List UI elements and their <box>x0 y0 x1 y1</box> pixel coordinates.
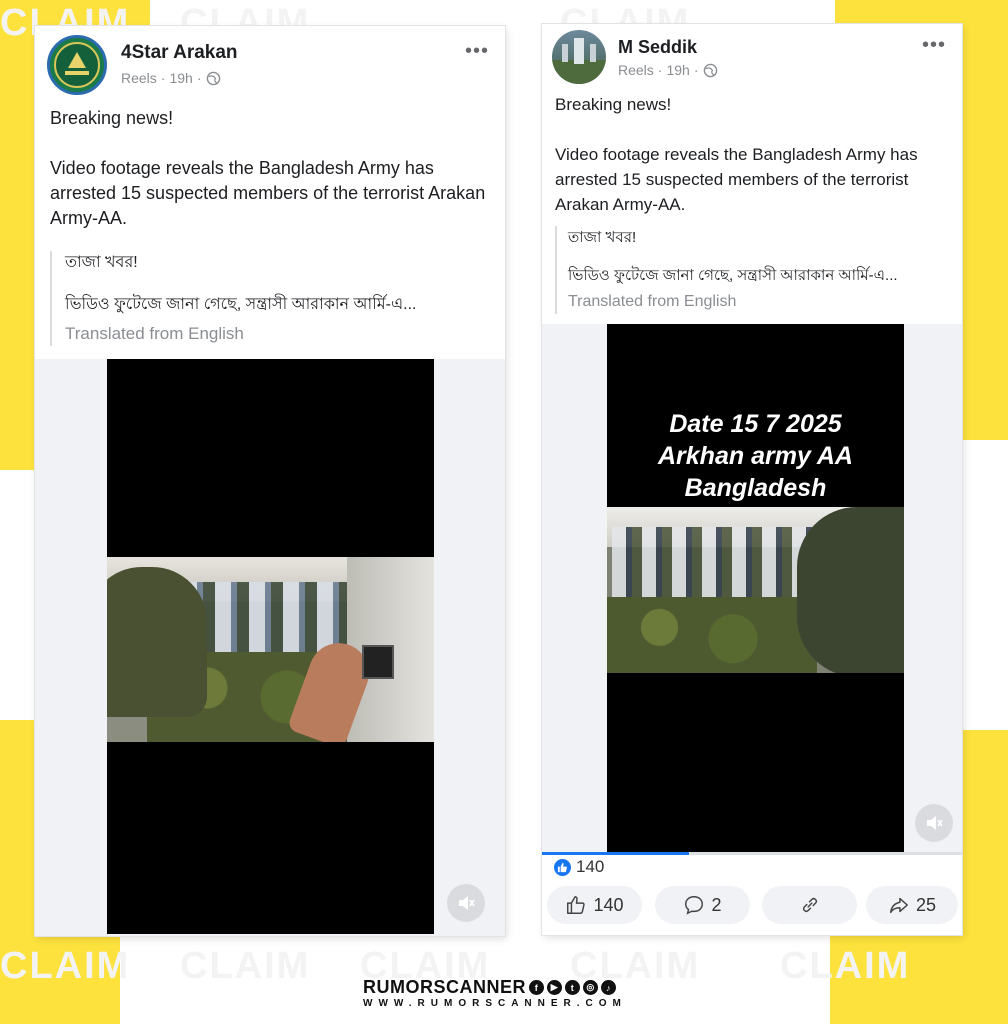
post-time[interactable]: 19h <box>169 70 192 86</box>
comment-bubble-icon <box>685 896 704 915</box>
like-count: 140 <box>593 894 624 915</box>
post-card-right: M Seddik Reels · 19h · ••• Breaking news… <box>542 24 962 935</box>
share-arrow-icon <box>890 897 908 914</box>
translated-label[interactable]: Translated from English <box>568 290 962 314</box>
facebook-icon[interactable]: f <box>529 980 544 995</box>
translated-label[interactable]: Translated from English <box>65 322 505 346</box>
share-button[interactable]: 25 <box>866 886 958 924</box>
author-name[interactable]: 4Star Arakan <box>121 42 238 64</box>
globe-icon <box>206 71 220 85</box>
separator-dot: · <box>196 70 202 86</box>
post-header: 4Star Arakan Reels · 19h · ••• <box>35 26 505 96</box>
claim-watermark-row: CLAIM <box>0 945 131 987</box>
globe-icon <box>703 63 717 77</box>
avatar[interactable] <box>552 30 606 84</box>
tiktok-icon[interactable]: ♪ <box>601 980 616 995</box>
video-overlay-text: Arkhan army AA <box>658 442 853 470</box>
muted-speaker-icon[interactable] <box>915 804 953 842</box>
post-text: Breaking news! Video footage reveals the… <box>555 92 955 217</box>
post-meta: Reels · 19h · <box>618 62 718 78</box>
more-horizontal-icon[interactable]: ••• <box>922 34 946 57</box>
link-icon <box>802 897 817 913</box>
comment-button[interactable]: 2 <box>655 886 750 924</box>
video-progress-bar[interactable] <box>542 852 962 855</box>
thumbs-up-icon <box>567 896 586 914</box>
website-url[interactable]: WWW.RUMORSCANNER.COM <box>363 998 627 1009</box>
claim-watermark-row: CLAIM <box>180 945 311 987</box>
post-type: Reels <box>121 70 157 86</box>
separator-dot: · <box>693 62 699 78</box>
video-overlay-text: Bangladesh <box>684 474 827 502</box>
post-text-headline: Breaking news! <box>555 95 672 114</box>
post-header: M Seddik Reels · 19h · ••• <box>542 24 962 94</box>
post-text-body: Video footage reveals the Bangladesh Arm… <box>50 158 486 228</box>
original-text-block: তাজা খবর! ভিডিও ফুটেজে জানা গেছে, সন্ত্র… <box>50 251 505 346</box>
youtube-icon[interactable]: ▶ <box>547 980 562 995</box>
brand-name: RUMORSCANNER <box>363 977 526 997</box>
copy-link-button[interactable] <box>762 886 857 924</box>
video-frame <box>607 507 904 673</box>
post-meta: Reels · 19h · <box>121 70 221 86</box>
comment-count: 2 <box>711 894 722 915</box>
original-text-line: ভিডিও ফুটেজে জানা গেছে, সন্ত্রাসী আরাকান… <box>568 267 898 284</box>
separator-dot: · <box>160 70 166 86</box>
more-horizontal-icon[interactable]: ••• <box>465 40 489 63</box>
share-count: 25 <box>915 894 937 915</box>
video-player[interactable]: Date 15 7 2025 Arkhan army AA Bangladesh <box>607 324 904 854</box>
reaction-summary[interactable]: 140 <box>554 857 604 877</box>
muted-speaker-icon[interactable] <box>447 884 485 922</box>
video-area[interactable]: Date 15 7 2025 Arkhan army AA Bangladesh <box>542 324 962 855</box>
like-button[interactable]: 140 <box>547 886 642 924</box>
post-type: Reels <box>618 62 654 78</box>
original-text-line: ভিডিও ফুটেজে জানা গেছে, সন্ত্রাসী আরাকান… <box>65 296 417 313</box>
original-text-line: তাজা খবর! <box>568 229 637 246</box>
post-card-left: 4Star Arakan Reels · 19h · ••• Breaking … <box>35 26 505 936</box>
video-frame <box>107 557 434 742</box>
like-reaction-icon <box>554 858 571 876</box>
profile-photo-icon <box>552 38 606 84</box>
reaction-count: 140 <box>576 857 605 876</box>
video-player[interactable] <box>107 359 434 934</box>
original-text-block: তাজা খবর! ভিডিও ফুটেজে জানা গেছে, সন্ত্র… <box>555 226 962 314</box>
author-name[interactable]: M Seddik <box>618 37 697 58</box>
instagram-icon[interactable]: ◎ <box>583 980 598 995</box>
twitter-icon[interactable]: t <box>565 980 580 995</box>
separator-dot: · <box>657 62 663 78</box>
post-text: Breaking news! Video footage reveals the… <box>50 106 495 231</box>
post-text-body: Video footage reveals the Bangladesh Arm… <box>555 145 918 214</box>
claim-watermark-row: CLAIM <box>780 945 911 987</box>
post-text-headline: Breaking news! <box>50 108 174 128</box>
rumorscanner-brand: RUMORSCANNER f ▶ t ◎ ♪ <box>363 977 616 998</box>
post-time[interactable]: 19h <box>666 62 689 78</box>
logo-icon <box>54 42 100 88</box>
video-overlay-text: Date 15 7 2025 <box>669 410 842 438</box>
video-area[interactable] <box>35 359 505 936</box>
video-progress-fill <box>542 852 689 855</box>
avatar[interactable] <box>47 35 107 95</box>
original-text-line: তাজা খবর! <box>65 254 138 271</box>
